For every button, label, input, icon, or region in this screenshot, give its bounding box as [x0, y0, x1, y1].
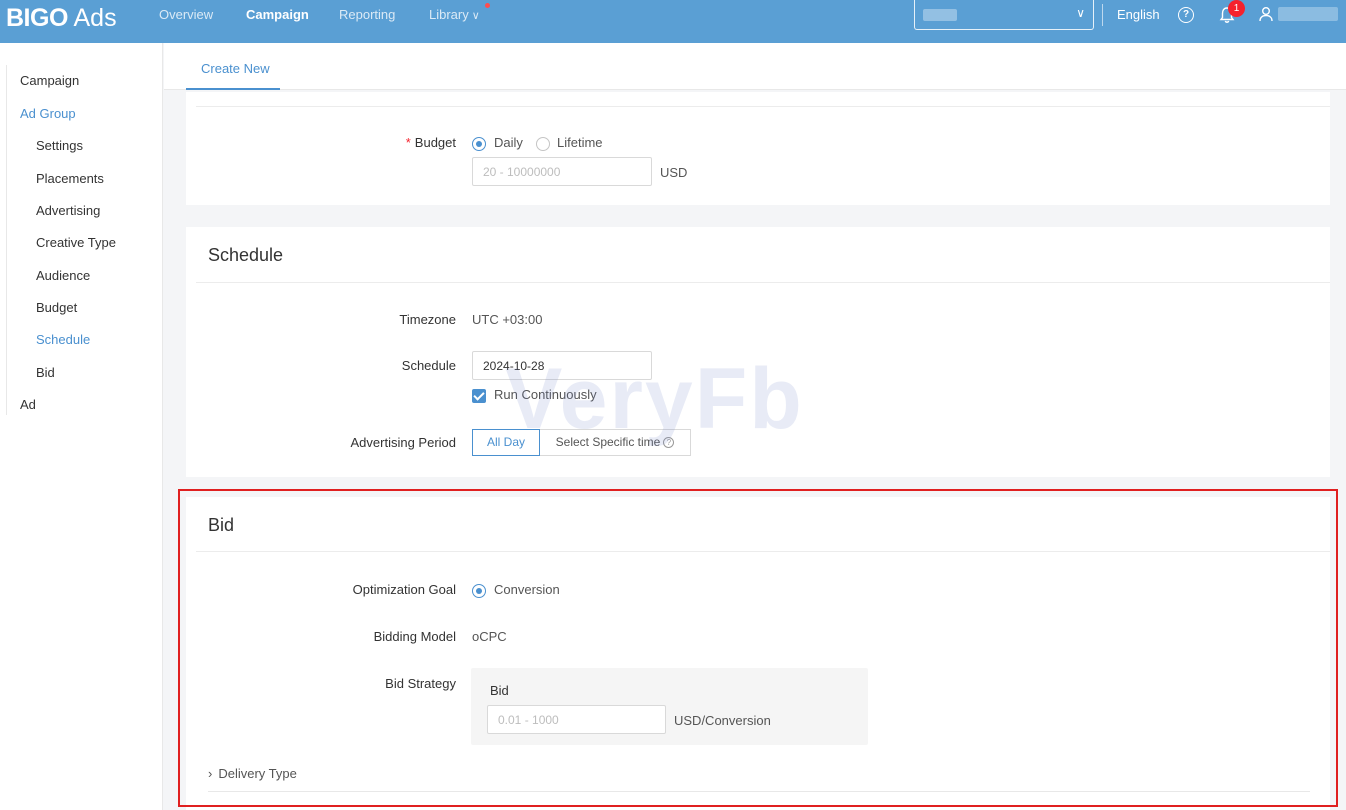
bid-unit: USD/Conversion	[674, 713, 771, 728]
sidebar-item-audience[interactable]: Audience	[36, 267, 90, 285]
notification-badge: 1	[1228, 0, 1245, 17]
account-select[interactable]: ∨	[914, 0, 1094, 30]
bid-card: Bid	[186, 497, 1330, 810]
chevron-down-icon: ∨	[1076, 6, 1085, 20]
card-divider	[196, 282, 1330, 283]
optimization-goal-conversion-radio[interactable]	[472, 584, 486, 598]
period-all-day-button[interactable]: All Day	[472, 429, 540, 456]
account-name-redacted	[923, 9, 957, 21]
budget-lifetime-radio[interactable]	[536, 137, 550, 151]
schedule-label: Schedule	[401, 358, 456, 373]
budget-label: * Budget	[360, 135, 456, 150]
header-divider	[1102, 4, 1103, 26]
period-specific-time-label: Select Specific time	[555, 435, 661, 449]
bid-amount-label: Bid	[490, 683, 509, 698]
sidebar	[0, 43, 163, 810]
required-asterisk: *	[405, 135, 411, 150]
logo-bold-text: BIGO	[6, 4, 68, 32]
nav-reporting[interactable]: Reporting	[339, 0, 395, 30]
timezone-label: Timezone	[399, 312, 456, 327]
sidebar-item-campaign[interactable]: Campaign	[20, 72, 79, 90]
delivery-type-label: Delivery Type	[218, 766, 297, 781]
bid-amount-input[interactable]	[487, 705, 666, 734]
budget-lifetime-label[interactable]: Lifetime	[557, 135, 603, 150]
bid-section-title: Bid	[208, 515, 235, 535]
optimization-goal-label: Optimization Goal	[352, 582, 456, 597]
sidebar-item-ad-group[interactable]: Ad Group	[20, 105, 76, 123]
user-name-redacted[interactable]	[1278, 7, 1338, 21]
tab-bar: Create New	[164, 43, 1346, 90]
bigo-ads-logo[interactable]: BIGO Ads	[6, 3, 117, 33]
nav-library-label: Library	[429, 7, 469, 22]
top-navigation-bar: BIGO Ads Overview Campaign Reporting Lib…	[0, 0, 1346, 43]
sidebar-guide-line	[6, 65, 7, 415]
card-divider	[196, 106, 1330, 107]
sidebar-item-schedule[interactable]: Schedule	[36, 331, 90, 349]
section-divider	[208, 791, 1310, 792]
bid-strategy-label: Bid Strategy	[385, 676, 456, 691]
sidebar-item-ad[interactable]: Ad	[20, 396, 36, 414]
nav-library[interactable]: Library ∨	[429, 0, 490, 30]
bidding-model-value: oCPC	[472, 629, 507, 644]
active-tab-underline	[186, 88, 280, 90]
user-icon[interactable]	[1259, 6, 1273, 22]
logo-light-text: Ads	[73, 4, 117, 32]
sidebar-item-creative-type[interactable]: Creative Type	[36, 234, 116, 252]
budget-amount-input[interactable]	[472, 157, 652, 186]
sidebar-item-budget[interactable]: Budget	[36, 299, 77, 317]
run-continuously-checkbox[interactable]	[472, 389, 486, 403]
nav-campaign[interactable]: Campaign	[246, 0, 309, 30]
bidding-model-label: Bidding Model	[373, 629, 456, 644]
chevron-right-icon: ›	[208, 766, 213, 781]
period-specific-time-button[interactable]: Select Specific time?	[539, 429, 691, 456]
new-dot-indicator	[484, 3, 490, 8]
budget-currency: USD	[660, 165, 688, 180]
advertising-period-label: Advertising Period	[350, 435, 457, 450]
help-icon[interactable]: ?	[1178, 7, 1194, 23]
tab-create-new[interactable]: Create New	[200, 61, 271, 90]
budget-card	[186, 92, 1330, 205]
schedule-section-title: Schedule	[208, 245, 284, 265]
sidebar-item-bid[interactable]: Bid	[36, 364, 55, 382]
budget-daily-radio[interactable]	[472, 137, 486, 151]
budget-label-text: Budget	[414, 135, 456, 150]
sidebar-item-advertising[interactable]: Advertising	[36, 202, 100, 220]
sidebar-item-settings[interactable]: Settings	[36, 137, 83, 155]
budget-daily-label[interactable]: Daily	[494, 135, 523, 150]
nav-overview[interactable]: Overview	[159, 0, 213, 30]
question-circle-icon: ?	[663, 437, 675, 448]
timezone-value: UTC +03:00	[472, 312, 543, 327]
delivery-type-toggle[interactable]: › Delivery Type	[208, 766, 297, 781]
run-continuously-label[interactable]: Run Continuously	[494, 387, 597, 402]
card-divider	[196, 551, 1330, 552]
optimization-goal-conversion-label[interactable]: Conversion	[494, 582, 560, 597]
schedule-start-date-input[interactable]	[472, 351, 652, 380]
chevron-down-icon: ∨	[471, 10, 480, 22]
language-switcher[interactable]: English	[1117, 0, 1160, 30]
sidebar-item-placements[interactable]: Placements	[36, 170, 104, 188]
